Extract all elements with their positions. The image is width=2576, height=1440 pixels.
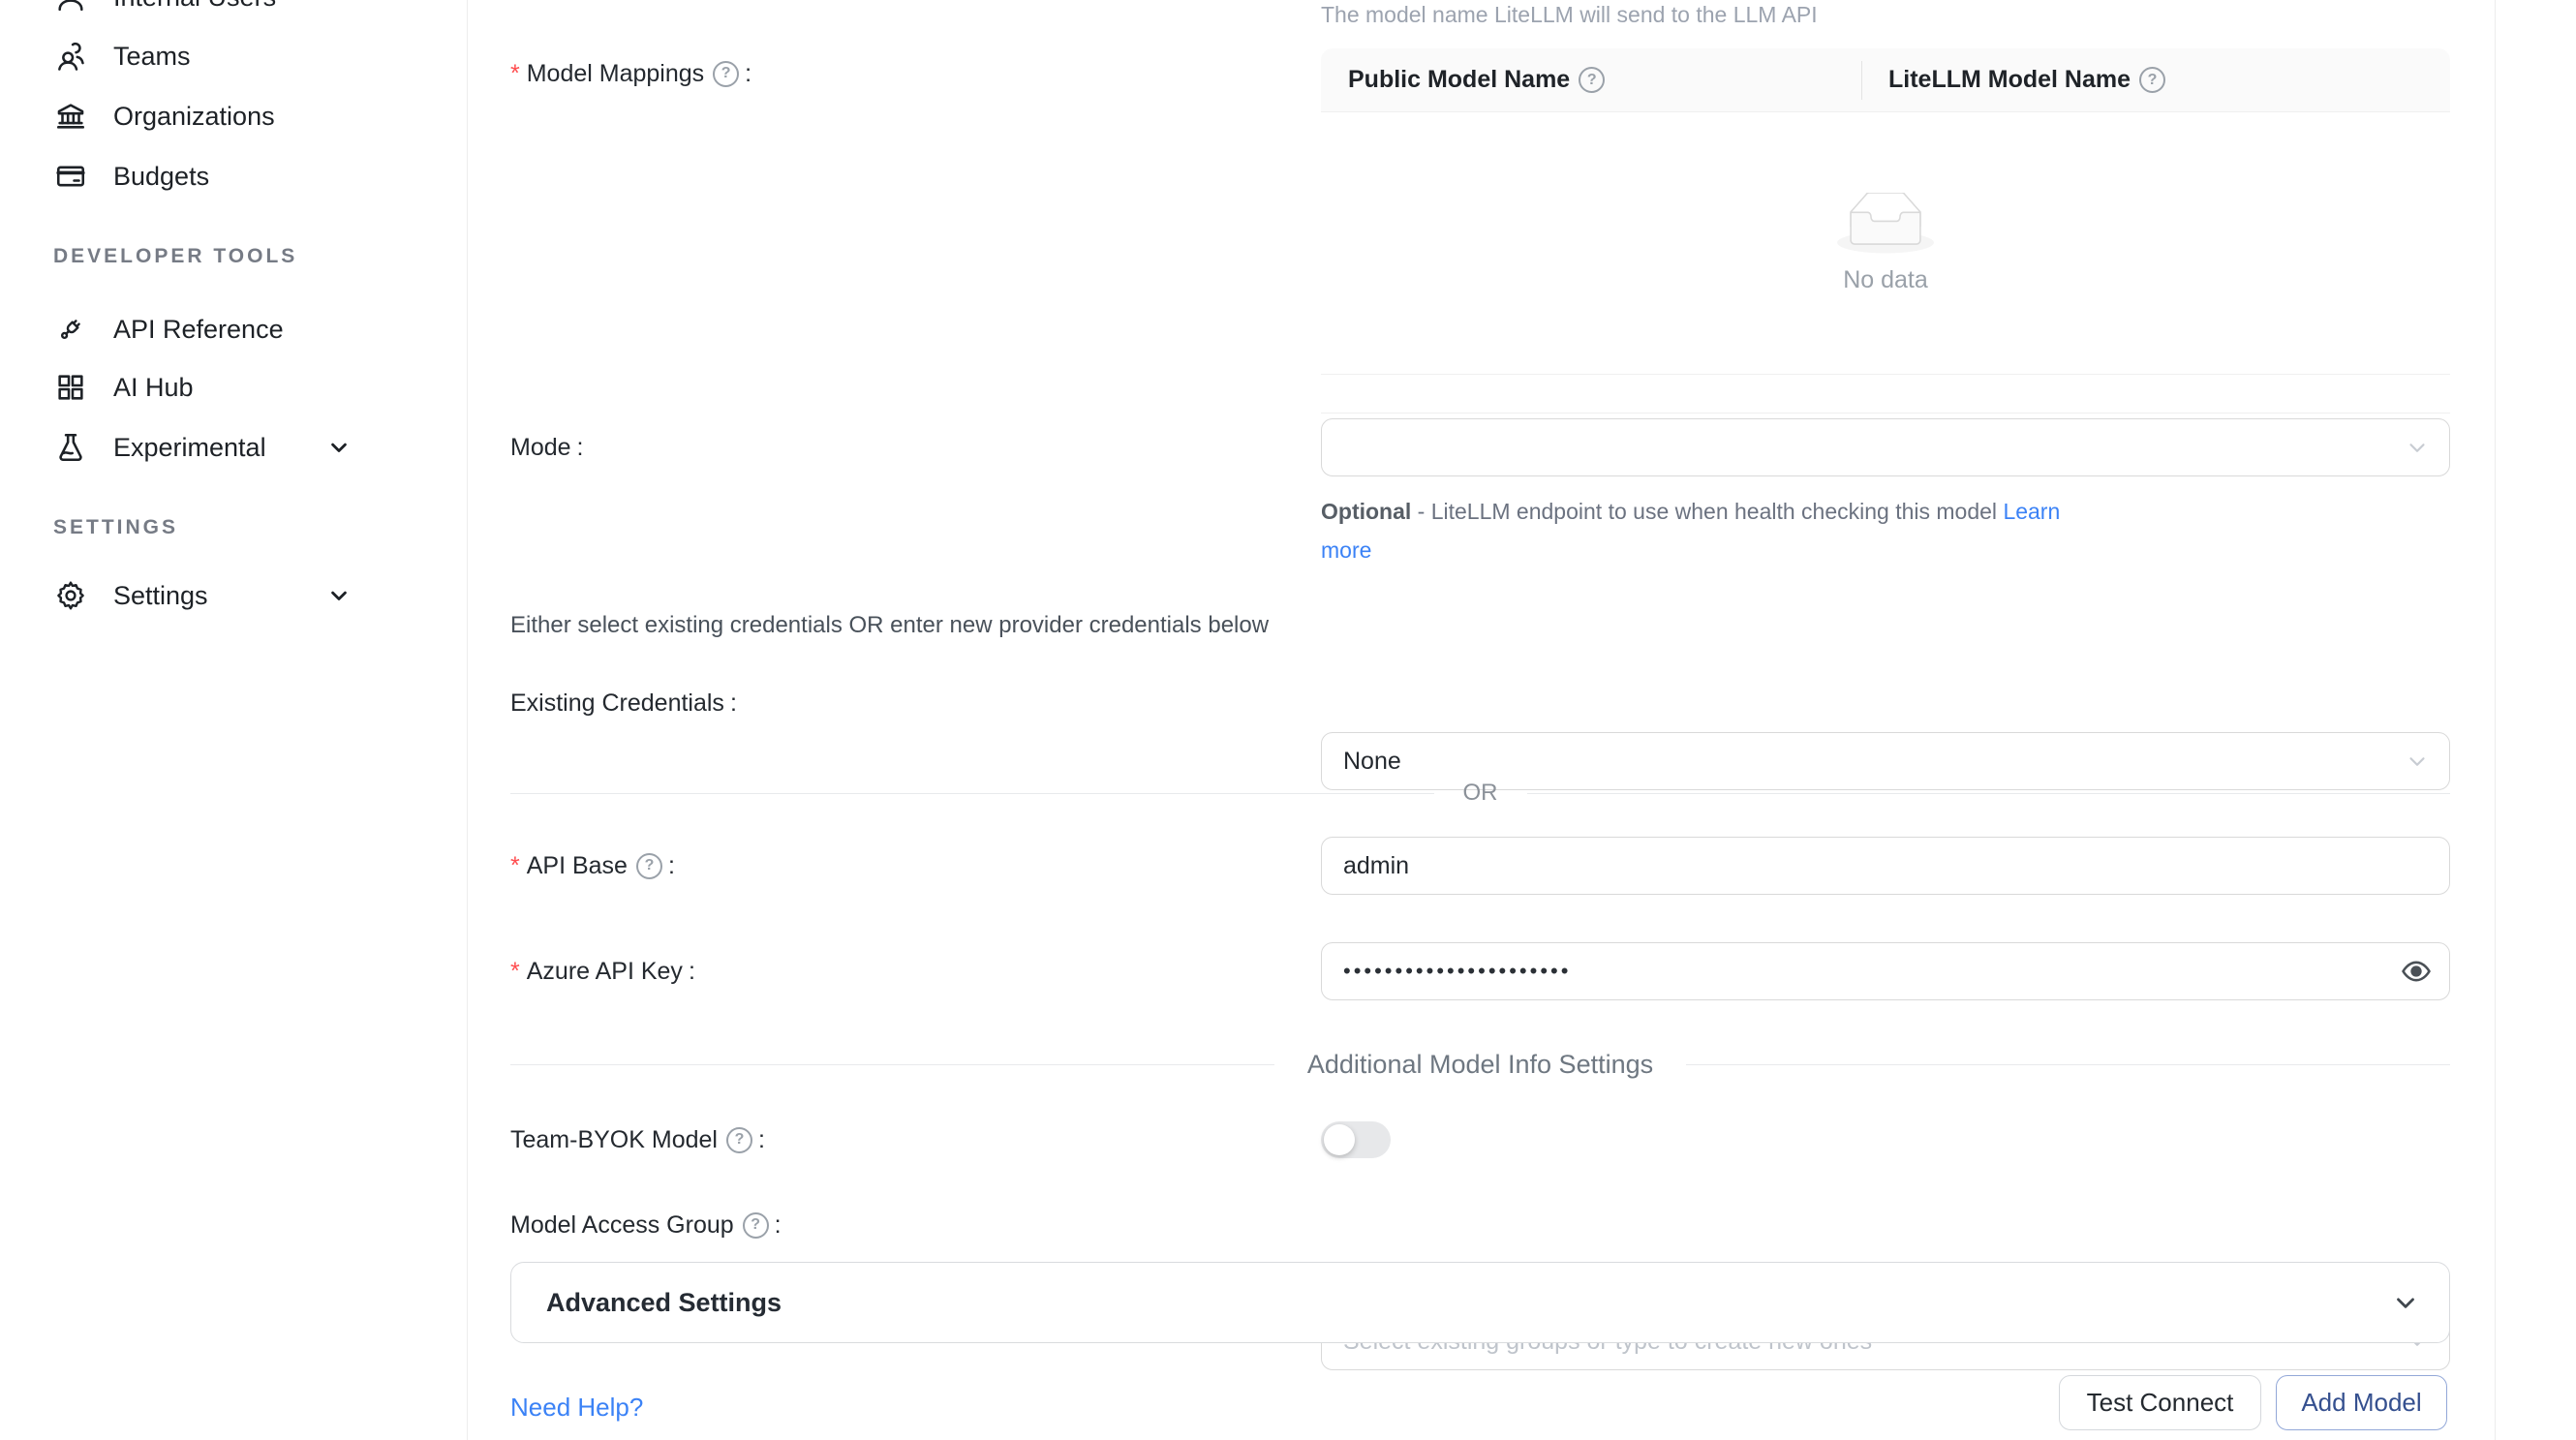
sidebar-item-budgets[interactable]: Budgets [0, 145, 467, 207]
help-icon[interactable]: ? [2139, 67, 2165, 93]
sidebar-item-label: Internal Users [113, 0, 276, 13]
azure-api-key-input[interactable] [1321, 942, 2450, 1000]
content-right-divider [2495, 0, 2496, 1440]
advanced-settings-panel[interactable]: Advanced Settings [510, 1262, 2450, 1343]
table-footer [1321, 375, 2450, 414]
chevron-down-icon [2405, 435, 2430, 460]
test-connect-button[interactable]: Test Connect [2059, 1375, 2261, 1430]
required-asterisk: * [510, 852, 520, 880]
sidebar-section-settings: SETTINGS [53, 516, 178, 539]
learn-more-link[interactable]: Learn [2003, 499, 2060, 524]
required-asterisk: * [510, 60, 520, 88]
mode-helper-text: Optional - LiteLLM endpoint to use when … [1321, 492, 2060, 569]
teams-icon [53, 39, 88, 74]
credit-card-icon [53, 159, 88, 194]
sidebar-item-ai-hub[interactable]: AI Hub [0, 356, 467, 418]
sidebar-item-label: API Reference [113, 315, 284, 345]
azure-api-key-field [1321, 942, 2450, 1000]
toggle-knob [1324, 1124, 1355, 1155]
help-icon[interactable]: ? [713, 61, 739, 87]
column-header-public-model-name: Public Model Name ? [1321, 48, 1861, 111]
model-access-group-label: Model Access Group ? : [510, 1208, 782, 1242]
litellm-add-model-screen: Internal Users Teams Organizations Budge… [0, 0, 2576, 1440]
selected-value: None [1343, 748, 1401, 776]
model-mappings-table: Public Model Name ? LiteLLM Model Name ? [1321, 48, 2450, 414]
model-mappings-label: * Model Mappings ? : [510, 56, 751, 91]
help-icon[interactable]: ? [636, 853, 662, 879]
bank-icon [53, 99, 88, 134]
help-icon[interactable]: ? [1579, 67, 1605, 93]
existing-credentials-label: Existing Credentials : [510, 686, 737, 720]
user-icon [53, 0, 88, 15]
or-divider: OR [510, 779, 2450, 808]
flask-icon [53, 430, 88, 465]
azure-api-key-label: * Azure API Key : [510, 954, 695, 989]
column-separator [1861, 61, 1862, 100]
add-model-button[interactable]: Add Model [2276, 1375, 2447, 1430]
table-empty-state: No data [1321, 112, 2450, 375]
chevron-down-icon [2405, 749, 2430, 774]
need-help-link[interactable]: Need Help? [510, 1393, 643, 1423]
mode-label: Mode : [510, 430, 584, 465]
sidebar-item-internal-users[interactable]: Internal Users [0, 0, 467, 28]
sidebar-item-label: Organizations [113, 102, 275, 132]
sidebar-item-label: AI Hub [113, 373, 194, 403]
sidebar-item-settings[interactable]: Settings [0, 565, 467, 627]
api-plug-icon [53, 312, 88, 347]
credentials-note: Either select existing credentials OR en… [510, 612, 1269, 639]
model-name-helper-text: The model name LiteLLM will send to the … [1321, 2, 1818, 28]
sidebar-item-api-reference[interactable]: API Reference [0, 298, 467, 360]
appstore-grid-icon [53, 370, 88, 405]
chevron-down-icon [325, 582, 353, 609]
required-asterisk: * [510, 958, 520, 986]
sidebar: Internal Users Teams Organizations Budge… [0, 0, 468, 1440]
gear-icon [53, 578, 88, 613]
sidebar-section-developer-tools: DEVELOPER TOOLS [53, 245, 297, 268]
learn-more-link[interactable]: more [1321, 537, 1371, 563]
table-header-row: Public Model Name ? LiteLLM Model Name ? [1321, 48, 2450, 112]
chevron-down-icon [325, 434, 353, 461]
api-base-label: * API Base ? : [510, 848, 675, 883]
sidebar-item-experimental[interactable]: Experimental [0, 416, 467, 478]
sidebar-item-teams[interactable]: Teams [0, 25, 467, 87]
team-byok-toggle[interactable] [1321, 1121, 1391, 1158]
help-icon[interactable]: ? [726, 1127, 752, 1153]
sidebar-item-label: Experimental [113, 433, 266, 463]
sidebar-item-organizations[interactable]: Organizations [0, 85, 467, 147]
help-icon[interactable]: ? [743, 1212, 769, 1239]
empty-inbox-icon [1837, 193, 1934, 255]
chevron-down-icon [2391, 1288, 2420, 1317]
additional-settings-divider: Additional Model Info Settings [510, 1050, 2450, 1079]
sidebar-item-label: Teams [113, 42, 191, 72]
api-base-input[interactable] [1321, 837, 2450, 895]
sidebar-item-label: Budgets [113, 162, 209, 192]
empty-state-text: No data [1843, 266, 1928, 294]
advanced-settings-title: Advanced Settings [546, 1288, 782, 1318]
mode-select[interactable] [1321, 418, 2450, 476]
column-header-litellm-model-name: LiteLLM Model Name ? [1861, 48, 2450, 111]
eye-icon[interactable] [2400, 955, 2433, 988]
sidebar-item-label: Settings [113, 581, 208, 611]
team-byok-label: Team-BYOK Model ? : [510, 1122, 765, 1157]
